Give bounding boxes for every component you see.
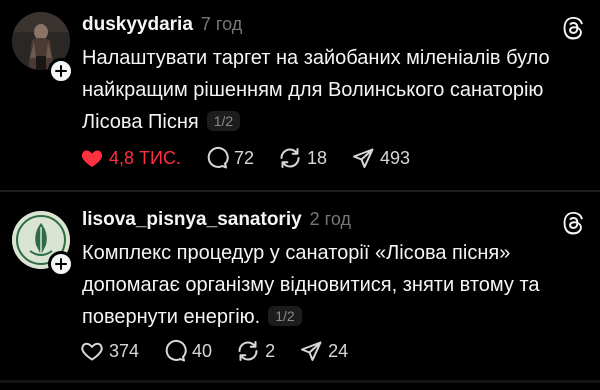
repost-count: 18 bbox=[307, 147, 328, 168]
share-icon bbox=[301, 341, 322, 361]
follow-button[interactable] bbox=[48, 58, 74, 84]
comment-icon bbox=[165, 340, 187, 362]
post-time: 2 год bbox=[309, 209, 351, 229]
share-icon bbox=[353, 148, 374, 168]
page-indicator: 1/2 bbox=[206, 111, 241, 131]
heart-icon bbox=[81, 342, 103, 361]
like-count: 374 bbox=[109, 340, 140, 361]
comment-count: 72 bbox=[233, 147, 254, 168]
action-bar: 374 40 2 24 bbox=[80, 339, 372, 363]
post-text: Налаштувати таргет на зайобаних міленіал… bbox=[82, 42, 582, 138]
post-text-content: Налаштувати таргет на зайобаних міленіал… bbox=[82, 47, 550, 133]
page-indicator: 1/2 bbox=[268, 306, 302, 326]
post-time: 7 год bbox=[200, 14, 243, 34]
plus-icon bbox=[55, 65, 67, 77]
comment-icon bbox=[207, 147, 229, 169]
username[interactable]: lisova_pisnya_sanatoriy bbox=[82, 209, 302, 231]
like-button[interactable]: 4,8 ТИС. bbox=[80, 146, 181, 170]
action-bar: 4,8 ТИС. 72 18 493 bbox=[80, 146, 434, 170]
like-count: 4,8 ТИС. bbox=[109, 147, 181, 168]
post-text-content: Комплекс процедур у санаторії «Лісова пі… bbox=[82, 242, 540, 328]
threads-icon[interactable] bbox=[562, 16, 586, 40]
repost-button[interactable]: 18 bbox=[278, 146, 327, 170]
follow-button[interactable] bbox=[48, 251, 74, 277]
comment-count: 40 bbox=[192, 340, 213, 361]
share-button[interactable]: 493 bbox=[351, 146, 410, 170]
comment-button[interactable]: 72 bbox=[205, 146, 254, 170]
repost-icon bbox=[280, 148, 300, 168]
heart-filled-icon bbox=[81, 150, 103, 167]
repost-button[interactable]: 2 bbox=[236, 339, 275, 363]
threads-icon[interactable] bbox=[562, 211, 586, 235]
post-divider bbox=[0, 380, 600, 383]
repost-icon bbox=[238, 341, 258, 361]
repost-count: 2 bbox=[265, 340, 276, 361]
post-text: Комплекс процедур у санаторії «Лісова пі… bbox=[82, 237, 582, 333]
share-button[interactable]: 24 bbox=[299, 339, 348, 363]
post-card[interactable]: lisova_pisnya_sanatoriy 2 год Комплекс п… bbox=[0, 193, 600, 390]
post-card[interactable]: duskyydaria 7 год Налаштувати таргет на … bbox=[0, 0, 600, 192]
post-divider bbox=[0, 190, 600, 192]
share-count: 24 bbox=[328, 340, 349, 361]
comment-button[interactable]: 40 bbox=[163, 339, 212, 363]
plus-icon bbox=[55, 258, 67, 270]
username[interactable]: duskyydaria bbox=[82, 14, 193, 36]
like-button[interactable]: 374 bbox=[80, 339, 139, 363]
share-count: 493 bbox=[380, 147, 411, 168]
